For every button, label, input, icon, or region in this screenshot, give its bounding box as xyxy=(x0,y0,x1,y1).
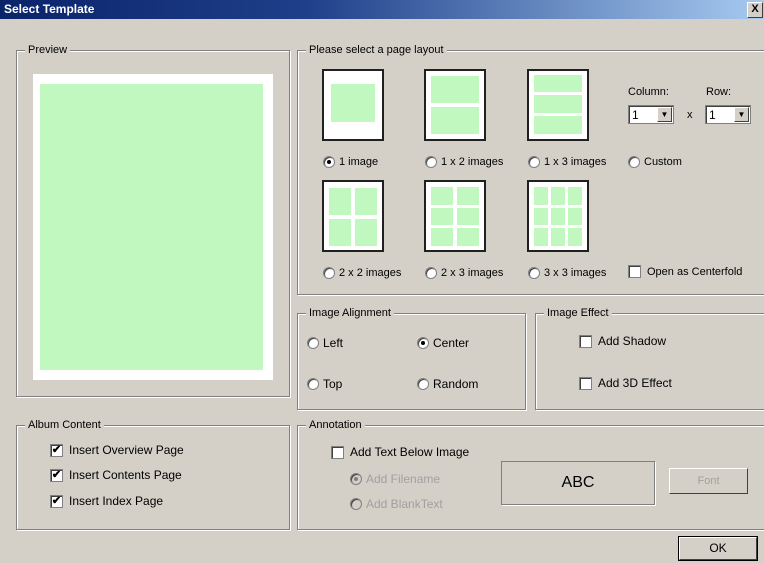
add-3d-effect-label: Add 3D Effect xyxy=(598,376,672,390)
centerfold-label: Open as Centerfold xyxy=(647,265,743,278)
radio-2x3-label: 2 x 3 images xyxy=(441,267,504,279)
ok-button[interactable]: OK xyxy=(678,536,758,561)
add-3d-effect-checkbox[interactable]: Add 3D Effect xyxy=(579,376,672,390)
add-text-below-label: Add Text Below Image xyxy=(350,445,470,459)
window-title: Select Template xyxy=(4,2,95,16)
radio-1x3-dot xyxy=(528,156,540,168)
insert-index-label: Insert Index Page xyxy=(69,494,164,508)
image-alignment-group: Image Alignment xyxy=(297,306,526,410)
align-random-dot xyxy=(417,378,429,390)
row-value: 1 xyxy=(709,108,716,122)
page-layout-legend: Please select a page layout xyxy=(306,43,447,57)
align-center-radio[interactable]: Center xyxy=(417,336,469,350)
add-text-below-box xyxy=(331,445,344,459)
align-random-radio[interactable]: Random xyxy=(417,377,478,391)
layout-thumb-1x3[interactable] xyxy=(527,69,589,141)
title-bar: Select Template X xyxy=(0,0,764,19)
align-top-label: Top xyxy=(323,377,343,391)
add-filename-dot xyxy=(350,473,362,485)
annotation-sample-preview: ABC xyxy=(501,461,655,505)
layout-thumb-3x3[interactable] xyxy=(527,180,589,252)
insert-contents-checkbox[interactable]: ✔ Insert Contents Page xyxy=(50,468,182,482)
radio-2x2-label: 2 x 2 images xyxy=(339,267,402,279)
select-template-dialog: Select Template X Preview Please select … xyxy=(0,0,764,563)
check-icon: ✔ xyxy=(50,443,63,457)
layout-thumb-2x3[interactable] xyxy=(424,180,486,252)
radio-1-image-label: 1 image xyxy=(339,156,379,168)
add-filename-label: Add Filename xyxy=(366,472,441,486)
row-label: Row: xyxy=(706,86,732,98)
add-filename-radio[interactable]: Add Filename xyxy=(350,472,440,486)
radio-2x2-dot xyxy=(323,267,335,279)
times-label: x xyxy=(687,109,693,121)
chevron-down-icon: ▼ xyxy=(657,107,672,122)
check-icon: ✔ xyxy=(50,468,63,482)
align-top-radio[interactable]: Top xyxy=(307,377,342,391)
align-top-dot xyxy=(307,378,319,390)
preview-legend: Preview xyxy=(25,43,71,57)
align-left-label: Left xyxy=(323,336,344,350)
font-button[interactable]: Font xyxy=(669,468,748,494)
radio-3x3-label: 3 x 3 images xyxy=(544,267,607,279)
preview-image-area xyxy=(40,84,263,370)
add-blank-text-dot xyxy=(350,498,362,510)
radio-1x3[interactable]: 1 x 3 images xyxy=(528,156,606,168)
radio-1x2-dot xyxy=(425,156,437,168)
chevron-down-icon: ▼ xyxy=(734,107,749,122)
layout-thumb-1-image[interactable] xyxy=(322,69,384,141)
radio-1x3-label: 1 x 3 images xyxy=(544,156,607,168)
add-shadow-box xyxy=(579,334,592,348)
radio-2x2[interactable]: 2 x 2 images xyxy=(323,267,401,279)
radio-1x2[interactable]: 1 x 2 images xyxy=(425,156,503,168)
column-value: 1 xyxy=(632,108,639,122)
add-blank-text-label: Add BlankText xyxy=(366,497,443,511)
radio-custom[interactable]: Custom xyxy=(628,156,682,168)
radio-1-image[interactable]: 1 image xyxy=(323,156,378,168)
row-select[interactable]: 1 ▼ xyxy=(705,105,751,124)
align-center-dot xyxy=(417,337,429,349)
layout-thumb-1x2[interactable] xyxy=(424,69,486,141)
column-label: Column: xyxy=(628,86,669,98)
annotation-legend: Annotation xyxy=(306,418,365,432)
insert-overview-label: Insert Overview Page xyxy=(69,443,184,457)
column-select[interactable]: 1 ▼ xyxy=(628,105,674,124)
image-effect-group: Image Effect xyxy=(535,306,764,410)
add-3d-effect-box xyxy=(579,376,592,390)
align-left-dot xyxy=(307,337,319,349)
insert-overview-checkbox[interactable]: ✔ Insert Overview Page xyxy=(50,443,184,457)
add-shadow-label: Add Shadow xyxy=(598,334,667,348)
radio-1-image-dot xyxy=(323,156,335,168)
radio-3x3[interactable]: 3 x 3 images xyxy=(528,267,606,279)
radio-2x3[interactable]: 2 x 3 images xyxy=(425,267,503,279)
image-alignment-legend: Image Alignment xyxy=(306,306,394,320)
radio-2x3-dot xyxy=(425,267,437,279)
centerfold-checkbox[interactable]: Open as Centerfold xyxy=(628,265,742,278)
align-random-label: Random xyxy=(433,377,479,391)
check-icon: ✔ xyxy=(50,494,63,508)
layout-thumb-2x2[interactable] xyxy=(322,180,384,252)
add-text-below-checkbox[interactable]: Add Text Below Image xyxy=(331,445,469,459)
centerfold-box xyxy=(628,265,641,278)
add-blank-text-radio[interactable]: Add BlankText xyxy=(350,497,443,511)
align-left-radio[interactable]: Left xyxy=(307,336,343,350)
radio-1x2-label: 1 x 2 images xyxy=(441,156,504,168)
insert-index-checkbox[interactable]: ✔ Insert Index Page xyxy=(50,494,163,508)
image-effect-legend: Image Effect xyxy=(544,306,612,320)
radio-custom-label: Custom xyxy=(644,156,682,168)
radio-custom-dot xyxy=(628,156,640,168)
align-center-label: Center xyxy=(433,336,470,350)
radio-3x3-dot xyxy=(528,267,540,279)
close-button[interactable]: X xyxy=(747,2,763,18)
album-content-legend: Album Content xyxy=(25,418,104,432)
add-shadow-checkbox[interactable]: Add Shadow xyxy=(579,334,666,348)
insert-contents-label: Insert Contents Page xyxy=(69,468,182,482)
